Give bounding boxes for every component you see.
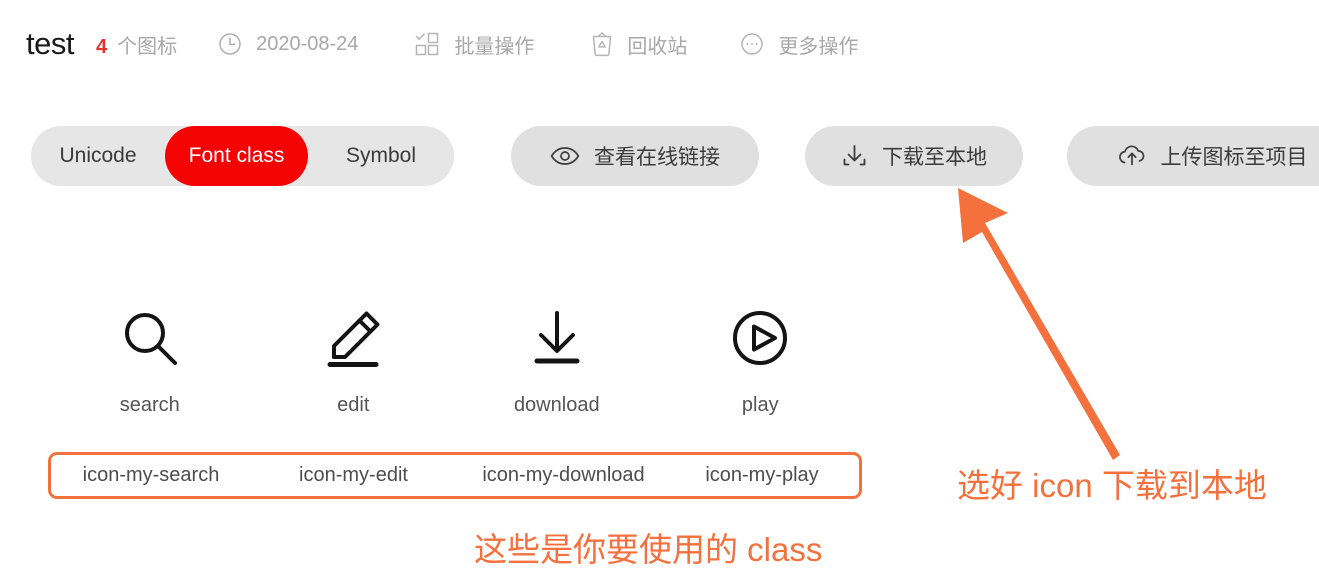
download-local-button[interactable]: 下载至本地 (805, 126, 1023, 186)
page-title: test (26, 26, 74, 61)
download-arrow-icon (524, 290, 590, 386)
batch-operation-button[interactable]: 批量操作 (414, 30, 534, 59)
icon-count-label: 个图标 (117, 35, 178, 58)
icon-class-play[interactable]: icon-my-play (671, 464, 853, 487)
icon-name-label: download (513, 394, 600, 416)
icon-class-search[interactable]: icon-my-search (51, 464, 251, 487)
icon-grid-row: search edit download play (48, 290, 862, 417)
segment-symbol[interactable]: Symbol (308, 126, 454, 186)
icon-class-download[interactable]: icon-my-download (456, 464, 671, 487)
segment-unicode[interactable]: Unicode (31, 126, 165, 186)
recycle-bin-label: 回收站 (627, 35, 688, 58)
more-operations-button[interactable]: 更多操作 (739, 30, 858, 59)
page-root: test 4 个图标 2020-08-24 批量操作 回收站 更多操作 Unic… (0, 0, 1319, 579)
project-date-label: 2020-08-24 (256, 32, 359, 55)
icon-cell-search[interactable]: search (48, 290, 252, 417)
play-circle-icon (727, 290, 793, 386)
batch-operation-label: 批量操作 (454, 35, 535, 58)
icon-grid: search edit download play (48, 290, 862, 417)
format-segmented-control: Unicode Font class Symbol (31, 126, 454, 186)
icon-class-list: icon-my-search icon-my-edit icon-my-down… (48, 452, 862, 499)
pencil-icon (320, 290, 386, 386)
ellipsis-circle-icon (739, 31, 765, 57)
batch-select-icon (414, 31, 441, 57)
toolbar: Unicode Font class Symbol 查看在线链接 下载至本地 上… (0, 126, 1319, 190)
project-date: 2020-08-24 (217, 31, 358, 57)
icon-name-label: search (119, 394, 180, 416)
view-online-link-button[interactable]: 查看在线链接 (511, 126, 759, 186)
annotation-download-note: 选好 icon 下载到本地 (957, 467, 1267, 504)
icon-cell-download[interactable]: download (455, 290, 659, 417)
recycle-bin-button[interactable]: 回收站 (590, 30, 687, 59)
download-local-label: 下载至本地 (882, 146, 987, 169)
icon-count-number: 4 (95, 35, 108, 58)
cloud-upload-icon (1117, 144, 1147, 168)
more-operations-label: 更多操作 (778, 35, 859, 58)
icon-count: 4 个图标 (96, 30, 177, 59)
upload-icons-button[interactable]: 上传图标至项目 (1067, 126, 1319, 186)
icon-cell-edit[interactable]: edit (252, 290, 456, 417)
icon-name-label: edit (337, 394, 370, 416)
magnifier-icon (117, 290, 183, 386)
segment-font-class[interactable]: Font class (165, 126, 308, 186)
icon-class-edit[interactable]: icon-my-edit (251, 464, 456, 487)
annotation-class-note: 这些是你要使用的 class (474, 531, 823, 568)
project-header: test 4 个图标 2020-08-24 批量操作 回收站 更多操作 (0, 0, 1319, 88)
download-icon (841, 143, 868, 169)
icon-cell-play[interactable]: play (659, 290, 863, 417)
upload-icons-label: 上传图标至项目 (1160, 146, 1308, 169)
view-online-link-label: 查看在线链接 (594, 146, 720, 169)
clock-icon (217, 31, 243, 57)
trash-icon (590, 31, 614, 57)
icon-name-label: play (741, 394, 779, 416)
eye-icon (550, 145, 580, 167)
